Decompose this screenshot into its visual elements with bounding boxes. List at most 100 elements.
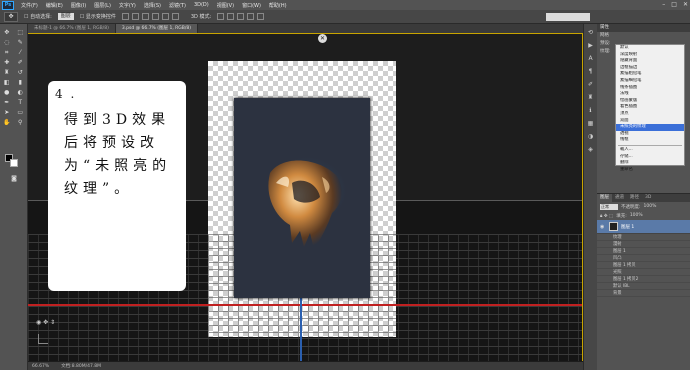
- preset-option[interactable]: 顶点: [616, 111, 684, 118]
- type-tool-icon[interactable]: T: [16, 99, 25, 107]
- layer-sub-item[interactable]: 漫射: [597, 241, 690, 248]
- 3d-rotate-icon[interactable]: [217, 13, 225, 20]
- brush-tool-icon[interactable]: ✐: [16, 59, 25, 67]
- history-icon[interactable]: ⟲: [586, 28, 596, 37]
- canvas-area[interactable]: ✕ ◉ ✥ ⇕ 4 . 得到3D效果后将预设改为“未照亮的纹理”。: [28, 33, 583, 361]
- 3d-scale-icon[interactable]: [257, 13, 265, 20]
- preset-option[interactable]: 素描粗铅笔: [616, 71, 684, 78]
- show-transform-checkbox[interactable]: ☐ 显示变换控件: [80, 13, 116, 20]
- tab-layers[interactable]: 图层: [597, 194, 612, 202]
- layer-sub-item[interactable]: 默认 IBL: [597, 283, 690, 290]
- preset-save-option[interactable]: 存储...: [616, 154, 684, 161]
- tab-3d[interactable]: 3D: [642, 194, 654, 202]
- clone-source-icon[interactable]: ♜: [586, 93, 596, 102]
- background-color-swatch[interactable]: [10, 159, 18, 167]
- active-layer-name[interactable]: 图层 1: [621, 224, 634, 230]
- align-middle-icon[interactable]: [131, 13, 139, 20]
- render-preset-dropdown[interactable]: 默认 深度映射 隐藏背面 边框描边 素描粗铅笔 素描细铅笔 线条插图 法线 绘画…: [615, 44, 685, 172]
- menu-image[interactable]: 图像(I): [67, 2, 90, 9]
- tab-channels[interactable]: 通道: [612, 194, 627, 202]
- align-center-icon[interactable]: [161, 13, 169, 20]
- paragraph-icon[interactable]: ¶: [586, 67, 596, 76]
- eraser-tool-icon[interactable]: ◧: [2, 79, 11, 87]
- history-brush-tool-icon[interactable]: ↺: [16, 69, 25, 77]
- properties-mesh-row[interactable]: 网格: [597, 32, 690, 40]
- lasso-tool-icon[interactable]: ◌: [2, 39, 11, 47]
- move-tool-preset-icon[interactable]: ✥: [4, 11, 18, 22]
- 3d-axis-gizmo[interactable]: [38, 334, 48, 344]
- shape-tool-icon[interactable]: ▭: [16, 109, 25, 117]
- path-select-tool-icon[interactable]: ➤: [2, 109, 11, 117]
- adjustments-icon[interactable]: ◑: [586, 132, 596, 141]
- menu-type[interactable]: 文字(Y): [115, 2, 140, 9]
- pen-tool-icon[interactable]: ✒: [2, 99, 11, 107]
- menu-filter[interactable]: 滤镜(T): [165, 2, 190, 9]
- dodge-tool-icon[interactable]: ◐: [16, 89, 25, 97]
- menu-select[interactable]: 选择(S): [140, 2, 165, 9]
- close-window-icon[interactable]: ✕: [683, 1, 688, 8]
- preset-option[interactable]: 双面: [616, 118, 684, 125]
- actions-icon[interactable]: ▶: [586, 41, 596, 50]
- tab-untitled-1[interactable]: 未标题-1 @ 66.7% (图层 1, RGB/8): [28, 24, 116, 33]
- menu-layer[interactable]: 图层(L): [90, 2, 115, 9]
- align-bottom-icon[interactable]: [141, 13, 149, 20]
- menu-3d[interactable]: 3D(D): [190, 2, 213, 8]
- opacity-value[interactable]: 100%: [644, 204, 657, 209]
- layer-row-active[interactable]: ◉ 图层 1: [597, 220, 690, 234]
- 3d-camera-widget[interactable]: ◉ ✥ ⇕: [36, 319, 55, 326]
- preset-option[interactable]: 线条插图: [616, 85, 684, 92]
- character-icon[interactable]: A: [586, 54, 596, 63]
- blend-mode-select[interactable]: 正常: [600, 203, 618, 210]
- layer-sub-item[interactable]: 光照: [597, 269, 690, 276]
- preset-option[interactable]: 深度映射: [616, 52, 684, 59]
- preset-delete-option[interactable]: 删除: [616, 160, 684, 167]
- 3d-postcard-image[interactable]: [234, 98, 370, 298]
- stamp-tool-icon[interactable]: ♜: [2, 69, 11, 77]
- workspace-select[interactable]: [546, 13, 590, 21]
- layer-sub-item[interactable]: 图层 1 拷贝: [597, 262, 690, 269]
- close-3d-widget-icon[interactable]: ✕: [318, 34, 327, 43]
- layer-sub-item[interactable]: 图层 1: [597, 248, 690, 255]
- 3d-roll-icon[interactable]: [227, 13, 235, 20]
- preset-option[interactable]: 边框描边: [616, 65, 684, 72]
- menu-help[interactable]: 帮助(H): [265, 2, 291, 9]
- move-tool-icon[interactable]: ✥: [2, 29, 11, 37]
- preset-option[interactable]: 默认: [616, 45, 684, 52]
- 3d-slide-icon[interactable]: [247, 13, 255, 20]
- 3d-pan-icon[interactable]: [237, 13, 245, 20]
- layer-sub-item[interactable]: 凹凸: [597, 255, 690, 262]
- brush-presets-icon[interactable]: ✐: [586, 80, 596, 89]
- marquee-tool-icon[interactable]: ⬚: [16, 29, 25, 37]
- preset-option[interactable]: 着色插图: [616, 104, 684, 111]
- visibility-eye-icon[interactable]: ◉: [600, 224, 606, 230]
- preset-option[interactable]: 法线: [616, 91, 684, 98]
- zoom-level[interactable]: 66.67%: [32, 364, 49, 369]
- blur-tool-icon[interactable]: ●: [2, 89, 11, 97]
- quick-select-tool-icon[interactable]: ✎: [16, 39, 25, 47]
- preset-option-selected[interactable]: 未照亮的纹理: [616, 124, 684, 131]
- eyedropper-tool-icon[interactable]: ⁄: [16, 49, 25, 57]
- maximize-icon[interactable]: □: [671, 1, 677, 8]
- align-left-icon[interactable]: [151, 13, 159, 20]
- gradient-tool-icon[interactable]: ▮: [16, 79, 25, 87]
- preset-rename-option[interactable]: 重命名: [616, 167, 684, 174]
- crop-tool-icon[interactable]: ⌗: [2, 49, 11, 57]
- layer-sub-item[interactable]: 纹理: [597, 234, 690, 241]
- auto-select-dropdown[interactable]: 图层: [57, 13, 74, 20]
- info-icon[interactable]: ℹ: [586, 106, 596, 115]
- tab-3-psd[interactable]: 3.psd @ 66.7% (图层 1, RGB/8): [115, 24, 199, 33]
- swatches-icon[interactable]: ▦: [586, 119, 596, 128]
- zoom-tool-icon[interactable]: ⚲: [16, 119, 25, 127]
- quick-mask-icon[interactable]: ◙: [10, 175, 19, 183]
- tab-paths[interactable]: 路径: [627, 194, 642, 202]
- menu-edit[interactable]: 编辑(E): [42, 2, 67, 9]
- preset-option[interactable]: 线框: [616, 137, 684, 144]
- layer-sub-item[interactable]: 图层 1 拷贝2: [597, 276, 690, 283]
- styles-icon[interactable]: ◈: [586, 145, 596, 154]
- preset-option[interactable]: 素描细铅笔: [616, 78, 684, 85]
- fill-value[interactable]: 100%: [630, 213, 643, 218]
- lock-icons[interactable]: 🔒︎ ✥ ⬚: [600, 213, 613, 219]
- preset-option[interactable]: 透视: [616, 131, 684, 138]
- minimize-icon[interactable]: –: [662, 1, 665, 8]
- preset-option[interactable]: 绘画蒙版: [616, 98, 684, 105]
